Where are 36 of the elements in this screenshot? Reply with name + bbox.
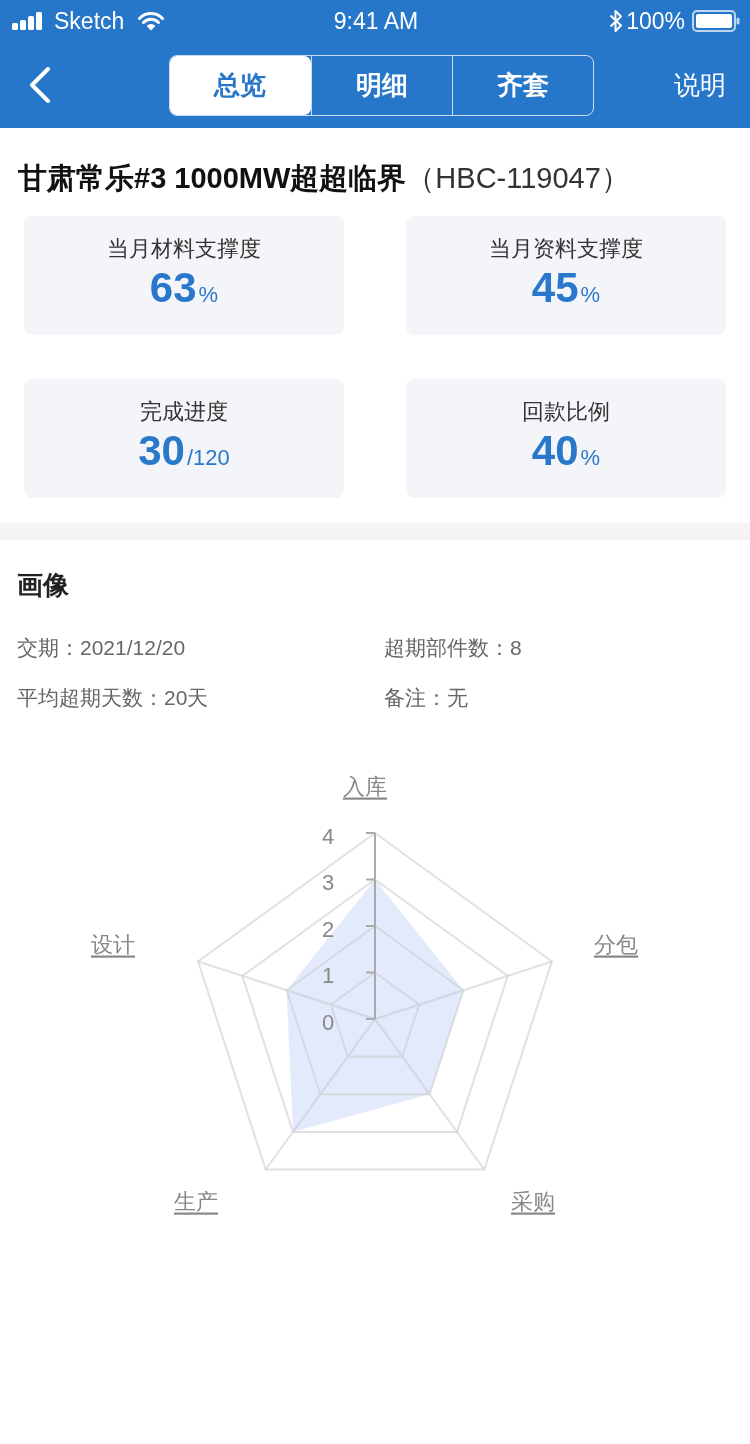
metric-value: 40% bbox=[531, 428, 601, 476]
info-field: 平均超期天数：20天 bbox=[17, 683, 384, 713]
tab[interactable]: 齐套 bbox=[451, 55, 593, 115]
axis-label: 生产 bbox=[174, 1188, 218, 1214]
wifi-icon bbox=[138, 11, 165, 31]
project-title: 甘肃常乐#3 1000MW超超临界（HBC-119047） bbox=[18, 161, 631, 196]
tab[interactable]: 总览 bbox=[169, 55, 311, 115]
status-time: 9:41 AM bbox=[333, 7, 419, 35]
metric-value: 30/120 bbox=[138, 428, 230, 476]
chevron-left-icon[interactable] bbox=[29, 67, 51, 103]
info-field: 备注：无 bbox=[384, 683, 750, 713]
axis-label: 采购 bbox=[511, 1188, 555, 1214]
metric-label: 回款比例 bbox=[522, 398, 610, 426]
battery-icon bbox=[692, 10, 740, 32]
info-field: 交期：2021/12/20 bbox=[17, 633, 384, 663]
segmented-control[interactable]: 总览 明细 齐套 bbox=[168, 54, 594, 116]
axis-tick-label: 2 bbox=[321, 916, 335, 942]
bluetooth-icon bbox=[609, 9, 624, 33]
carrier-name: Sketch bbox=[54, 7, 125, 35]
metric-label: 完成进度 bbox=[140, 398, 228, 426]
axis-label: 入库 bbox=[343, 773, 387, 799]
section-title: 画像 bbox=[17, 570, 70, 600]
axis-label: 设计 bbox=[91, 931, 135, 957]
axis-label: 分包 bbox=[594, 931, 638, 957]
battery-percent: 100% bbox=[626, 7, 685, 35]
explanation-button[interactable]: 说明 bbox=[674, 67, 726, 103]
axis-tick-label: 1 bbox=[321, 963, 335, 988]
metric-label: 当月材料支撑度 bbox=[107, 235, 261, 263]
metric-value: 63% bbox=[149, 265, 219, 313]
info-field: 超期部件数：8 bbox=[384, 633, 750, 663]
axis-tick-label: 4 bbox=[321, 823, 335, 849]
tab[interactable]: 明细 bbox=[310, 55, 452, 115]
axis-tick-label: 3 bbox=[321, 870, 335, 895]
metric-label: 当月资料支撑度 bbox=[489, 235, 643, 263]
metric-value: 45% bbox=[531, 265, 601, 313]
axis-tick-label: 0 bbox=[321, 1009, 335, 1035]
